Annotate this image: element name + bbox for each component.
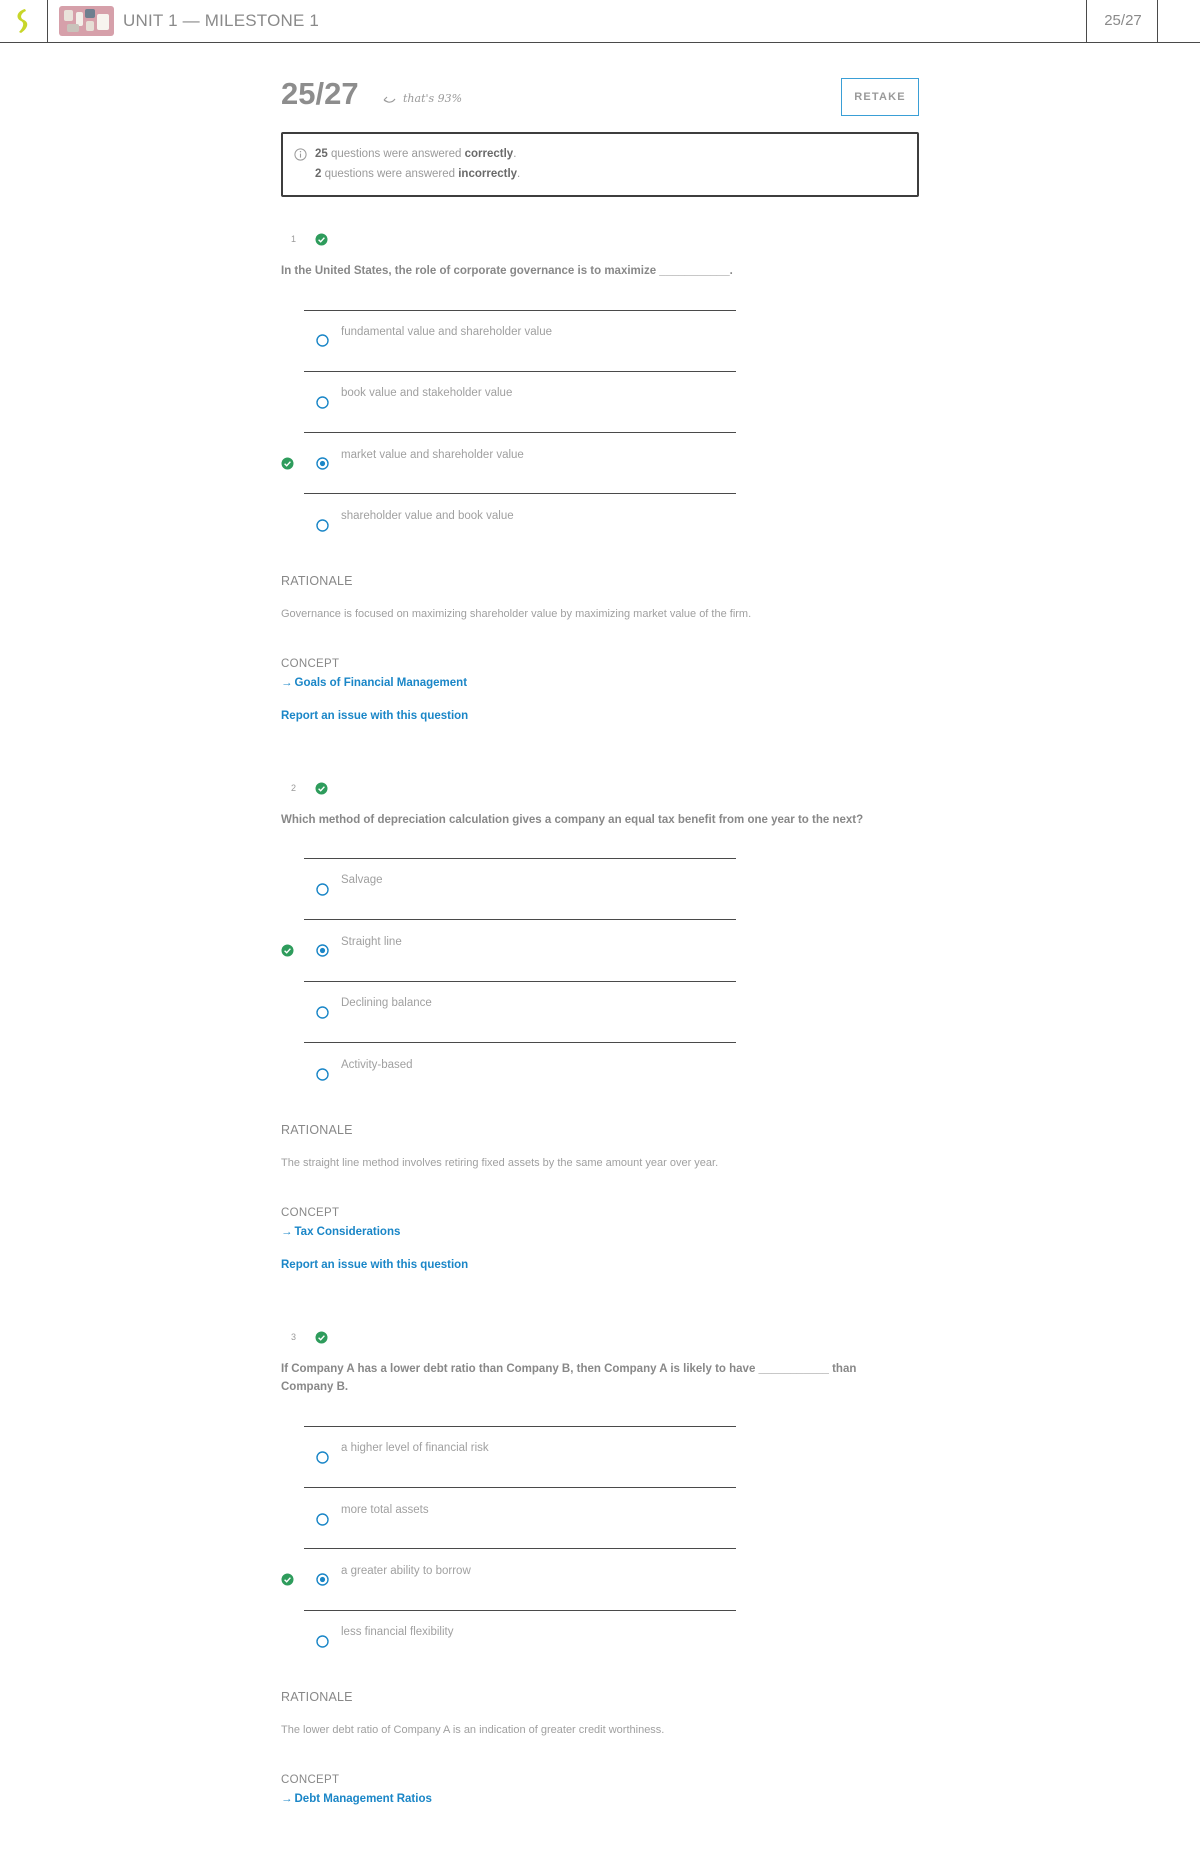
option-label[interactable]: fundamental value and shareholder value xyxy=(341,326,552,338)
report-issue-link[interactable]: Report an issue with this question xyxy=(281,710,468,722)
concept-link-label[interactable]: Tax Considerations xyxy=(295,1226,401,1238)
radio-selected-icon[interactable] xyxy=(316,1573,329,1586)
radio-selected-icon[interactable] xyxy=(316,457,329,470)
arrow-right-icon: → xyxy=(281,1226,293,1238)
radio-unselected-icon[interactable] xyxy=(316,334,329,347)
option-divider xyxy=(304,1042,736,1043)
option-label[interactable]: shareholder value and book value xyxy=(341,510,514,522)
concept-link[interactable]: → Tax Considerations xyxy=(281,1226,400,1238)
concept-link-label[interactable]: Goals of Financial Management xyxy=(295,677,468,689)
option-divider xyxy=(304,1487,736,1488)
radio-unselected-icon[interactable] xyxy=(316,883,329,896)
score-display: 25/27 xyxy=(281,76,359,111)
correct-answer-check-icon xyxy=(281,457,294,470)
correct-summary: 25 questions were answered correctly. xyxy=(315,148,517,160)
correct-answer-check-icon xyxy=(281,944,294,957)
option-divider xyxy=(304,1548,736,1549)
retake-button[interactable]: RETAKE xyxy=(841,78,919,116)
concept-heading: CONCEPT xyxy=(281,1207,340,1219)
correct-word: correctly xyxy=(464,148,514,160)
option-label[interactable]: Activity-based xyxy=(341,1059,413,1071)
option-divider xyxy=(304,432,736,433)
question-text-line-1: If Company A has a lower debt ratio than… xyxy=(281,1363,857,1375)
option-divider xyxy=(304,919,736,920)
option-label[interactable]: a higher level of financial risk xyxy=(341,1442,489,1454)
rationale-heading: RATIONALE xyxy=(281,574,353,588)
correct-text: questions were answered xyxy=(331,148,462,160)
arrow-right-icon: → xyxy=(281,677,293,689)
rationale-text: The lower debt ratio of Company A is an … xyxy=(281,1724,665,1736)
option-divider xyxy=(304,858,736,859)
question-number: 2 xyxy=(291,783,297,793)
option-divider xyxy=(304,371,736,372)
option-divider xyxy=(304,310,736,311)
option-divider xyxy=(304,981,736,982)
page-title: UNIT 1 — MILESTONE 1 xyxy=(123,11,320,30)
option-label[interactable]: Salvage xyxy=(341,874,383,886)
percent-note: that's 93% xyxy=(403,92,463,105)
question-number: 3 xyxy=(291,1332,297,1342)
radio-unselected-icon[interactable] xyxy=(316,1451,329,1464)
radio-selected-icon[interactable] xyxy=(316,944,329,957)
logo-cell[interactable] xyxy=(0,0,48,42)
correct-count: 25 xyxy=(315,148,328,160)
correct-answer-check-icon xyxy=(281,1573,294,1586)
option-label[interactable]: book value and stakeholder value xyxy=(341,387,512,399)
radio-unselected-icon[interactable] xyxy=(316,1513,329,1526)
incorrect-text: questions were answered xyxy=(324,168,456,180)
correct-check-icon xyxy=(315,782,328,795)
option-label[interactable]: Declining balance xyxy=(341,997,432,1009)
curved-arrow-icon xyxy=(383,96,396,103)
option-divider xyxy=(304,1610,736,1611)
question-number: 1 xyxy=(291,234,297,244)
header-score: 25/27 xyxy=(1104,12,1142,29)
top-bar: UNIT 1 — MILESTONE 1 25/27 xyxy=(0,0,1200,43)
option-divider xyxy=(304,1426,736,1427)
incorrect-count: 2 xyxy=(315,168,322,180)
rationale-heading: RATIONALE xyxy=(281,1690,353,1704)
incorrect-word: incorrectly xyxy=(458,168,518,180)
concept-heading: CONCEPT xyxy=(281,658,340,670)
option-label[interactable]: more total assets xyxy=(341,1504,429,1516)
question-text: Which method of depreciation calculation… xyxy=(281,814,864,826)
radio-unselected-icon[interactable] xyxy=(316,1635,329,1648)
concept-link[interactable]: → Goals of Financial Management xyxy=(281,677,467,689)
milestone-thumbnail-image xyxy=(59,6,114,36)
results-summary: 25 questions were answered correctly. 2 … xyxy=(281,132,919,197)
correct-check-icon xyxy=(315,1331,328,1344)
rationale-text: The straight line method involves retiri… xyxy=(281,1157,719,1169)
option-label[interactable]: market value and shareholder value xyxy=(341,449,524,461)
info-icon xyxy=(294,148,307,161)
question-text-line-2: Company B. xyxy=(281,1381,349,1393)
question-text: In the United States, the role of corpor… xyxy=(281,265,733,277)
option-label[interactable]: Straight line xyxy=(341,936,402,948)
rationale-text: Governance is focused on maximizing shar… xyxy=(281,608,752,620)
header-score-cell: 25/27 xyxy=(1086,0,1158,42)
radio-unselected-icon[interactable] xyxy=(316,1006,329,1019)
concept-link-label[interactable]: Debt Management Ratios xyxy=(295,1793,432,1805)
radio-unselected-icon[interactable] xyxy=(316,396,329,409)
arrow-right-icon: → xyxy=(281,1793,293,1805)
concept-link[interactable]: → Debt Management Ratios xyxy=(281,1793,432,1805)
rationale-heading: RATIONALE xyxy=(281,1123,353,1137)
concept-heading: CONCEPT xyxy=(281,1774,340,1786)
option-divider xyxy=(304,493,736,494)
radio-unselected-icon[interactable] xyxy=(316,519,329,532)
sophia-logo-icon[interactable] xyxy=(13,8,33,34)
option-label[interactable]: less financial flexibility xyxy=(341,1626,454,1638)
report-issue-link[interactable]: Report an issue with this question xyxy=(281,1259,468,1271)
option-label[interactable]: a greater ability to borrow xyxy=(341,1565,471,1577)
radio-unselected-icon[interactable] xyxy=(316,1068,329,1081)
correct-check-icon xyxy=(315,233,328,246)
incorrect-summary: 2 questions were answered incorrectly. xyxy=(315,168,521,180)
